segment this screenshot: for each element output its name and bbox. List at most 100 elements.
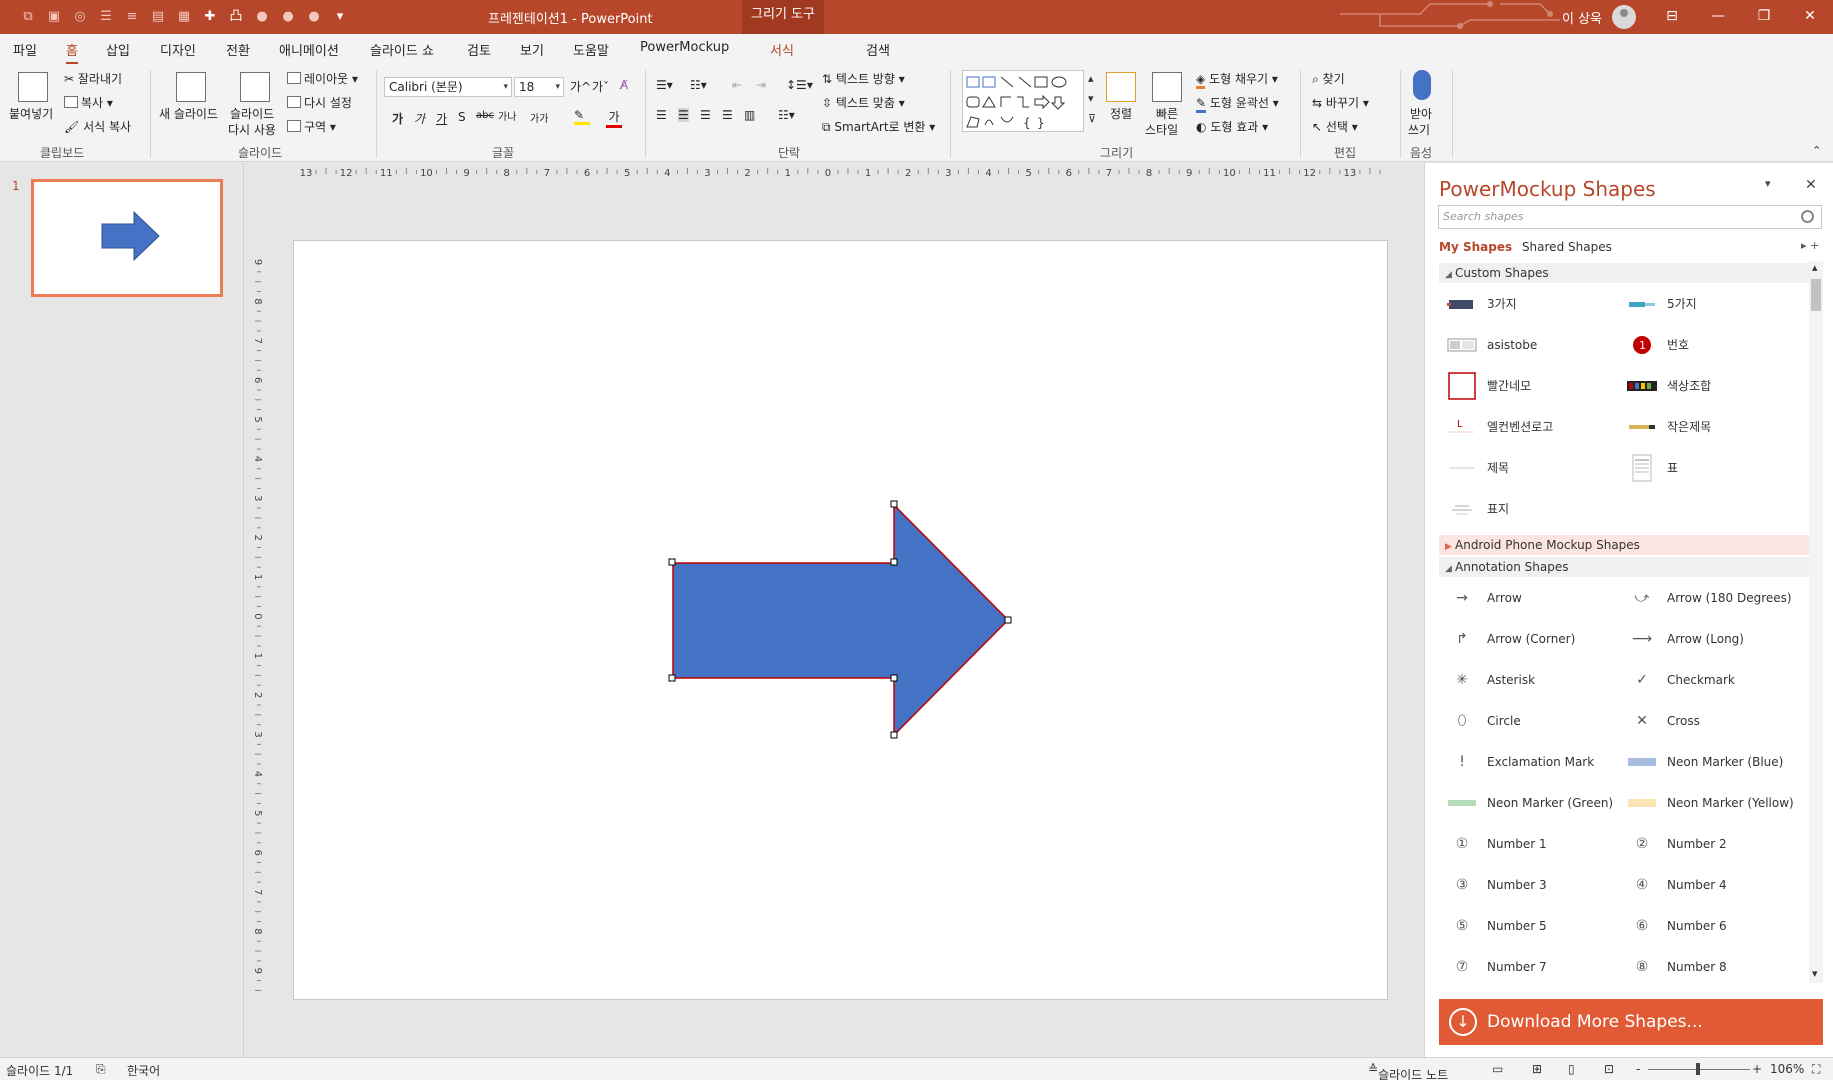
font-size-combo[interactable]: 18 bbox=[514, 77, 564, 97]
shapes-icon[interactable]: ⧉ bbox=[18, 7, 38, 27]
shape-item[interactable]: 표지 bbox=[1439, 488, 1619, 529]
italic-button[interactable]: 가 bbox=[414, 110, 425, 127]
microphone-icon[interactable] bbox=[1413, 70, 1431, 100]
download-more-shapes-button[interactable]: ↓ Download More Shapes... bbox=[1439, 999, 1823, 1045]
distribute-icon[interactable]: ☷▾ bbox=[778, 108, 795, 122]
arrange-button[interactable]: 정렬 bbox=[1110, 105, 1132, 122]
align-center-icon[interactable]: ☰ bbox=[678, 108, 689, 122]
zoom-slider-thumb[interactable] bbox=[1696, 1063, 1700, 1075]
resize-handle[interactable] bbox=[890, 674, 898, 682]
find-button[interactable]: ⌕ 찾기 bbox=[1312, 70, 1345, 87]
shape-item[interactable]: 작은제목 bbox=[1619, 406, 1799, 447]
tab-review[interactable]: 검토 bbox=[467, 40, 491, 59]
zoom-in-button[interactable]: + bbox=[1752, 1062, 1762, 1076]
shapes-gallery[interactable]: { } bbox=[962, 70, 1084, 132]
shape-item[interactable]: 3가지 bbox=[1439, 283, 1619, 324]
reuse-slides-button[interactable]: 슬라이드 bbox=[230, 105, 274, 122]
minimize-button[interactable]: — bbox=[1695, 0, 1741, 34]
collapse-ribbon-icon[interactable]: ⌃ bbox=[1812, 144, 1821, 157]
shape-item[interactable]: Neon Marker (Yellow) bbox=[1619, 782, 1799, 823]
format-painter-button[interactable]: 🖌 서식 복사 bbox=[64, 118, 131, 135]
shape-item[interactable]: 1 번호 bbox=[1619, 324, 1799, 365]
resize-handle[interactable] bbox=[668, 558, 676, 566]
highlight-icon[interactable]: ✎ bbox=[574, 108, 590, 125]
tab-file[interactable]: 파일 bbox=[13, 40, 37, 59]
search-shapes-input[interactable]: Search shapes bbox=[1438, 205, 1822, 229]
avatar[interactable] bbox=[1612, 5, 1636, 29]
shape-item[interactable]: Neon Marker (Green) bbox=[1439, 782, 1619, 823]
shape-item[interactable]: ⤻ Arrow (180 Degrees) bbox=[1619, 577, 1799, 618]
justify-icon[interactable]: ☰ bbox=[722, 108, 733, 122]
shape-item[interactable]: ✕ Cross bbox=[1619, 700, 1799, 741]
section-custom-shapes[interactable]: ◢ Custom Shapes bbox=[1439, 263, 1811, 283]
resize-handle[interactable] bbox=[890, 500, 898, 508]
language-indicator[interactable]: 한국어 bbox=[127, 1062, 160, 1079]
shape-effects-button[interactable]: ◐ 도형 효과 ▾ bbox=[1196, 118, 1268, 135]
clear-format-icon[interactable]: A̸ bbox=[620, 78, 628, 92]
section-android-phone[interactable]: ▶ Android Phone Mockup Shapes bbox=[1439, 535, 1811, 555]
font-name-combo[interactable]: Calibri (본문) bbox=[384, 77, 512, 97]
align-text-button[interactable]: ⇳ 텍스트 맞춤 ▾ bbox=[822, 94, 905, 111]
shape-outline-button[interactable]: ✎ 도형 윤곽선 ▾ bbox=[1196, 94, 1279, 113]
slide-sorter-icon[interactable]: ⊞ bbox=[1532, 1062, 1542, 1076]
shape-item[interactable]: 색상조합 bbox=[1619, 365, 1799, 406]
char-spacing-button[interactable]: 가나 bbox=[498, 108, 516, 123]
shape-fill-button[interactable]: ◈ 도형 채우기 ▾ bbox=[1196, 70, 1278, 89]
pane-nav-icon[interactable]: ▸ + bbox=[1801, 239, 1819, 252]
underline-button[interactable]: 가 bbox=[436, 110, 447, 127]
select-button[interactable]: ↖ 선택 ▾ bbox=[1312, 118, 1358, 135]
replace-button[interactable]: ⇆ 바꾸기 ▾ bbox=[1312, 94, 1369, 111]
close-icon[interactable]: ✕ bbox=[1805, 177, 1817, 193]
table-icon[interactable]: ▤ bbox=[148, 7, 168, 27]
quick-styles-button[interactable]: 빠른 bbox=[1156, 105, 1178, 122]
tab-insert[interactable]: 삽입 bbox=[106, 40, 130, 59]
notes-button[interactable]: ≙ 슬라이드 노트 bbox=[1368, 1062, 1448, 1080]
copy-shape-icon[interactable]: ▣ bbox=[44, 7, 64, 27]
font-color-icon[interactable]: 가 bbox=[606, 108, 622, 128]
tab-search[interactable]: 검색 bbox=[866, 40, 890, 59]
dictate-button[interactable]: 받아 bbox=[1410, 105, 1432, 122]
record-icon[interactable]: ● bbox=[252, 7, 272, 27]
ribbon-display-icon[interactable]: ⊟ bbox=[1649, 0, 1695, 34]
cut-button[interactable]: ✂ 잘라내기 bbox=[64, 70, 122, 87]
increase-indent-icon[interactable]: ⇥ bbox=[756, 78, 766, 92]
tab-design[interactable]: 디자인 bbox=[160, 40, 196, 59]
new-slide-icon[interactable] bbox=[176, 72, 206, 102]
shape-item[interactable]: ⑤ Number 5 bbox=[1439, 905, 1619, 946]
slide-thumbnail[interactable] bbox=[31, 179, 223, 297]
slide-canvas[interactable] bbox=[293, 240, 1388, 1000]
scrollbar-thumb[interactable] bbox=[1811, 279, 1821, 311]
strikethrough-button[interactable]: abc bbox=[476, 110, 494, 121]
record-2-icon[interactable]: ● bbox=[278, 7, 298, 27]
scroll-up-icon[interactable]: ▴ bbox=[1812, 261, 1818, 274]
shape-item[interactable]: ⬯ Circle bbox=[1439, 700, 1619, 741]
slideshow-icon[interactable]: ⊡ bbox=[1604, 1062, 1614, 1076]
shape-item[interactable]: ① Number 1 bbox=[1439, 823, 1619, 864]
resize-handle[interactable] bbox=[668, 674, 676, 682]
right-arrow-shape[interactable] bbox=[672, 503, 1010, 737]
reset-button[interactable]: 다시 설정 bbox=[287, 94, 352, 111]
list-icon[interactable]: ≡ bbox=[122, 7, 142, 27]
bold-button[interactable]: 가 bbox=[392, 110, 403, 127]
tab-shared-shapes[interactable]: Shared Shapes bbox=[1522, 240, 1612, 254]
pane-scrollbar[interactable]: ▴ ▾ bbox=[1809, 261, 1823, 983]
shape-item[interactable]: ! Exclamation Mark bbox=[1439, 741, 1619, 782]
tab-format[interactable]: 서식 bbox=[770, 40, 794, 59]
tab-transitions[interactable]: 전환 bbox=[226, 40, 250, 59]
shape-item[interactable]: → Arrow bbox=[1439, 577, 1619, 618]
copy-button[interactable]: 복사 ▾ bbox=[64, 94, 113, 111]
tab-slideshow[interactable]: 슬라이드 쇼 bbox=[370, 40, 434, 59]
gallery-scroll-up-icon[interactable]: ▴ bbox=[1088, 72, 1094, 85]
add-icon[interactable]: ✚ bbox=[200, 7, 220, 27]
shape-item[interactable]: ↱ Arrow (Corner) bbox=[1439, 618, 1619, 659]
shape-item[interactable]: 5가지 bbox=[1619, 283, 1799, 324]
pane-options-icon[interactable]: ▾ bbox=[1765, 177, 1771, 190]
gallery-scroll-down-icon[interactable]: ▾ bbox=[1088, 92, 1094, 105]
shape-item[interactable]: ② Number 2 bbox=[1619, 823, 1799, 864]
merge-icon[interactable]: 凸 bbox=[226, 7, 246, 27]
tab-help[interactable]: 도움말 bbox=[573, 40, 609, 59]
change-case-button[interactable]: 가가 bbox=[530, 110, 548, 125]
shape-item[interactable]: ⑦ Number 7 bbox=[1439, 946, 1619, 987]
gallery-more-icon[interactable]: ⊽ bbox=[1088, 112, 1096, 125]
decrease-indent-icon[interactable]: ⇤ bbox=[732, 78, 742, 92]
